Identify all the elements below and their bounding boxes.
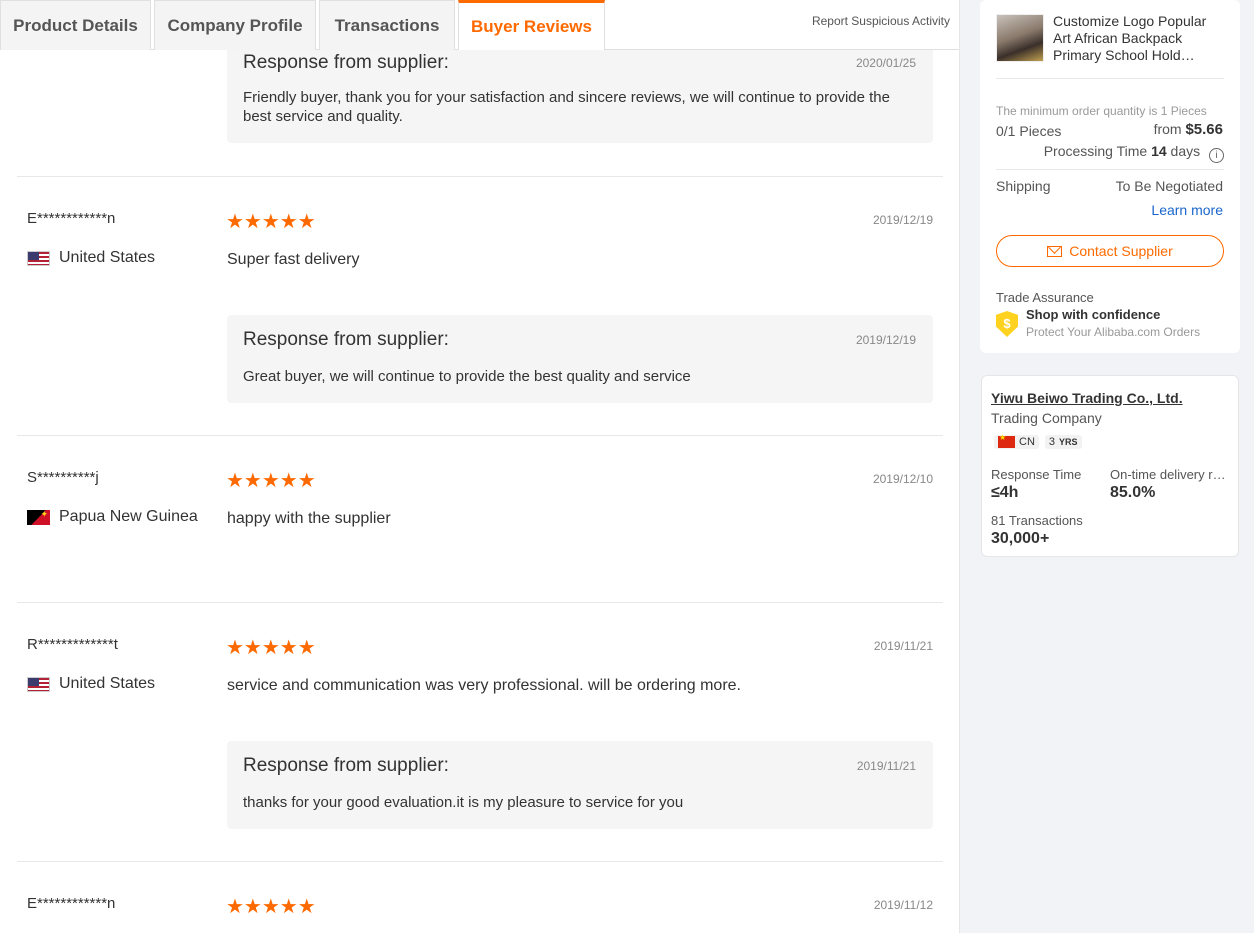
star-rating: ★★★★★ [226,211,316,233]
review-date: 2019/12/10 [872,472,933,486]
company-badges: CN 3 YRS [994,433,1082,449]
mail-icon [1047,245,1063,257]
processing-label: Processing Time [1043,143,1148,159]
us-flag-icon [27,250,50,266]
reviewer-country: United States [27,675,155,693]
info-icon[interactable]: i [1209,148,1224,163]
supplier-response: Response from supplier: 2019/12/19 Great… [227,315,933,403]
supplier-response: Response from supplier: 2020/01/25 Frien… [227,50,933,143]
years-unit: YRS [1059,437,1078,447]
product-thumbnail[interactable] [996,14,1044,62]
transactions-value: 30,000+ [991,530,1050,547]
review-divider [17,861,943,862]
contact-label: Contact Supplier [1069,243,1173,259]
response-time-label: Response Time [991,467,1082,482]
response-text: thanks for your good evaluation.it is my… [243,794,684,811]
company-name-link[interactable]: Yiwu Beiwo Trading Co., Ltd. [991,390,1183,406]
reviews-list[interactable]: Response from supplier: 2020/01/25 Frien… [0,50,959,933]
contact-supplier-button[interactable]: Contact Supplier [996,235,1224,267]
response-title: Response from supplier: [243,755,449,776]
tab-transactions[interactable]: Transactions [319,0,455,50]
review-divider [17,435,943,436]
reviewer-name: S**********j [27,469,99,486]
price-value: $5.66 [1185,121,1223,138]
star-rating: ★★★★★ [226,896,316,918]
processing-time: Processing Time 14 days i [1044,143,1224,163]
company-type: Trading Company [991,410,1102,426]
star-rating: ★★★★★ [226,470,316,492]
shop-confidence: Shop with confidence [1026,307,1161,322]
main-panel: Product Details Company Profile Transact… [0,0,960,933]
tab-company-profile[interactable]: Company Profile [154,0,316,50]
review-comment: Super fast delivery [227,251,360,268]
report-suspicious-link[interactable]: Report Suspicious Activity [812,14,950,28]
card-divider [996,169,1224,170]
tab-buyer-reviews[interactable]: Buyer Reviews [458,0,605,51]
us-flag-icon [27,676,50,692]
learn-more-link[interactable]: Learn more [1151,202,1223,218]
response-time-value: ≤4h [991,484,1019,501]
country-badge: CN [994,433,1039,449]
china-flag-icon [998,433,1015,448]
reviewer-country: Papua New Guinea [27,508,198,526]
shipping-value: To Be Negotiated [1115,178,1223,194]
protect-orders-note: Protect Your Alibaba.com Orders [1026,325,1201,339]
response-title: Response from supplier: [243,52,449,73]
response-text: Friendly buyer, thank you for your satis… [243,89,890,125]
tab-bar: Product Details Company Profile Transact… [0,0,959,51]
product-title[interactable]: Customize Logo Popular Art African Backp… [1053,13,1225,64]
country-label: United States [59,249,156,266]
trade-assurance-shield-icon: $ [996,311,1018,337]
tab-product-details[interactable]: Product Details [0,0,151,50]
response-date: 2019/11/21 [856,759,916,773]
trade-assurance-label: Trade Assurance [996,290,1094,305]
processing-value: 14 [1151,143,1167,159]
ontime-delivery-label: On-time delivery r… [1110,467,1226,482]
review-date: 2019/11/12 [873,898,933,912]
supplier-response: Response from supplier: 2019/11/21 thank… [227,741,933,829]
review-divider [17,176,943,177]
papua-new-guinea-flag-icon [27,509,50,525]
price-prefix: from [1153,121,1182,137]
response-text: Great buyer, we will continue to provide… [243,368,691,385]
review-divider [17,602,943,603]
reviewer-name: R*************t [27,636,118,653]
years-value: 3 [1048,436,1056,448]
price-display: from $5.66 [1154,121,1223,138]
country-label: Papua New Guinea [59,508,198,525]
review-comment: happy with the supplier [227,510,391,527]
company-card: Yiwu Beiwo Trading Co., Ltd. Trading Com… [981,375,1239,557]
country-label: United States [59,675,156,692]
ontime-delivery-value: 85.0% [1110,484,1156,501]
shipping-label: Shipping [996,178,1051,194]
reviewer-name: E************n [27,210,116,227]
review-date: 2019/12/19 [872,213,933,227]
response-date: 2019/12/19 [855,333,916,347]
star-rating: ★★★★★ [226,637,316,659]
transactions-label: 81 Transactions [991,513,1083,528]
quantity-selected: 0/1 Pieces [996,123,1062,139]
order-summary-card: Customize Logo Popular Art African Backp… [980,0,1240,353]
reviewer-name: E************n [27,895,116,912]
min-order-note: The minimum order quantity is 1 Pieces [996,104,1207,118]
card-divider [996,78,1224,79]
processing-unit: days [1170,143,1201,159]
years-badge: 3 YRS [1044,435,1082,449]
review-comment: service and communication was very profe… [227,677,741,694]
response-date: 2020/01/25 [855,56,916,70]
reviewer-country: United States [27,249,155,267]
response-title: Response from supplier: [243,329,449,350]
review-date: 2019/11/21 [873,639,933,653]
country-code: CN [1019,436,1035,448]
